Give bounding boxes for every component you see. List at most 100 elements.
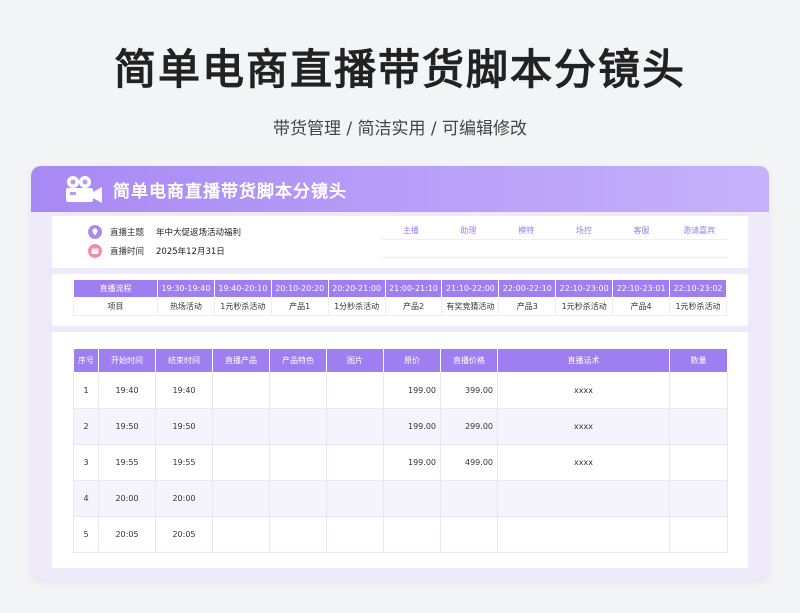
card-title: 简单电商直播带货脚本分镜头 [113, 181, 347, 202]
flow-cell[interactable]: 1元秒杀活动 [213, 297, 272, 316]
flow-header: 20:10-20:20 [270, 279, 329, 298]
table-cell[interactable] [269, 480, 327, 517]
flow-header: 22:10-23:01 [612, 279, 671, 298]
role-guest: 邀请嘉宾 [670, 222, 729, 240]
role-host: 主播 [382, 222, 440, 240]
flow-header: 21:00-21:10 [384, 279, 443, 298]
table-cell[interactable] [269, 372, 327, 409]
table-cell[interactable]: 1 [73, 372, 99, 409]
column-header: 序号 [73, 348, 99, 373]
table-row: 4 20:00 20:00 [73, 480, 728, 517]
flow-cell[interactable]: 产品1 [270, 297, 329, 316]
flow-cell[interactable]: 热场活动 [157, 297, 215, 316]
table-cell[interactable]: 19:40 [155, 372, 213, 409]
table-cell[interactable]: 399.00 [440, 372, 498, 409]
table-cell[interactable]: 299.00 [440, 408, 498, 445]
product-panel: 序号 开始时间 结束时间 直播产品 产品特色 图片 原价 直播价格 直播话术 数… [52, 332, 748, 568]
table-cell[interactable]: 499.00 [440, 444, 498, 481]
theme-row: 直播主题 年中大促返场活动福利 [88, 225, 241, 239]
column-header: 开始时间 [98, 348, 156, 373]
table-cell[interactable] [440, 516, 498, 553]
flow-cell[interactable]: 1元秒杀活动 [555, 297, 614, 316]
table-cell[interactable]: xxxx [497, 372, 670, 409]
info-panel: 直播主题 年中大促返场活动福利 直播时间 2025年12月31日 主播 助理 模… [52, 216, 748, 268]
table-row: 1 19:40 19:40 199.00 399.00 xxxx [73, 372, 728, 409]
table-cell[interactable]: 199.00 [383, 408, 441, 445]
table-cell[interactable] [326, 444, 384, 481]
table-cell[interactable] [212, 480, 270, 517]
table-cell[interactable] [669, 444, 728, 481]
flow-cell[interactable]: 有奖竞猜活动 [441, 297, 500, 316]
role-assistant: 助理 [439, 222, 498, 240]
roles-value-row [382, 240, 728, 258]
table-cell[interactable]: 2 [73, 408, 99, 445]
table-cell[interactable] [269, 408, 327, 445]
table-cell[interactable] [669, 408, 728, 445]
flow-table: 直播流程 19:30-19:40 19:40-20:10 20:10-20:20… [73, 279, 727, 316]
table-cell[interactable]: 20:05 [155, 516, 213, 553]
column-header: 图片 [326, 348, 384, 373]
page-subtitle: 带货管理 / 简洁实用 / 可编辑修改 [272, 119, 528, 139]
flow-header-row: 直播流程 19:30-19:40 19:40-20:10 20:10-20:20… [73, 279, 727, 298]
table-cell[interactable] [269, 516, 327, 553]
table-cell[interactable] [497, 480, 670, 517]
flow-panel: 直播流程 19:30-19:40 19:40-20:10 20:10-20:20… [52, 274, 748, 326]
table-cell[interactable] [383, 516, 441, 553]
table-cell[interactable] [212, 372, 270, 409]
table-cell[interactable] [440, 480, 498, 517]
table-cell[interactable] [212, 408, 270, 445]
table-cell[interactable] [326, 480, 384, 517]
flow-header: 22:00-22:10 [498, 279, 557, 298]
role-service: 客服 [612, 222, 671, 240]
table-cell[interactable] [326, 516, 384, 553]
table-cell[interactable]: 20:05 [98, 516, 156, 553]
flow-cell[interactable]: 1元秒杀活动 [669, 297, 727, 316]
table-cell[interactable] [669, 372, 728, 409]
flow-cell[interactable]: 项目 [73, 297, 158, 316]
table-cell[interactable]: 19:40 [98, 372, 156, 409]
flow-header: 22:10-23:00 [555, 279, 614, 298]
table-cell[interactable]: 19:50 [98, 408, 156, 445]
table-header-row: 序号 开始时间 结束时间 直播产品 产品特色 图片 原价 直播价格 直播话术 数… [73, 348, 728, 373]
column-header: 直播话术 [497, 348, 670, 373]
table-cell[interactable] [212, 444, 270, 481]
column-header: 直播产品 [212, 348, 270, 373]
column-header: 原价 [383, 348, 441, 373]
table-cell[interactable]: 20:00 [155, 480, 213, 517]
time-row: 直播时间 2025年12月31日 [88, 244, 225, 258]
time-value: 2025年12月31日 [156, 247, 225, 257]
table-cell[interactable]: xxxx [497, 444, 670, 481]
table-row: 5 20:05 20:05 [73, 516, 728, 553]
table-cell[interactable]: 19:50 [155, 408, 213, 445]
table-cell[interactable]: 20:00 [98, 480, 156, 517]
table-cell[interactable] [497, 516, 670, 553]
table-cell[interactable]: 199.00 [383, 372, 441, 409]
flow-header: 19:40-20:10 [213, 279, 272, 298]
table-row: 3 19:55 19:55 199.00 499.00 xxxx [73, 444, 728, 481]
flow-header: 20:20-21:00 [327, 279, 386, 298]
flow-cell[interactable]: 产品2 [384, 297, 443, 316]
table-cell[interactable]: xxxx [497, 408, 670, 445]
flow-cell[interactable]: 产品3 [498, 297, 557, 316]
flow-item-row: 项目 热场活动 1元秒杀活动 产品1 1分秒杀活动 产品2 有奖竞猜活动 产品3… [73, 297, 727, 316]
table-cell[interactable] [669, 480, 728, 517]
table-cell[interactable]: 199.00 [383, 444, 441, 481]
flow-header: 22:10-23:02 [669, 279, 727, 298]
table-cell[interactable] [383, 480, 441, 517]
table-cell[interactable] [212, 516, 270, 553]
video-camera-icon [66, 176, 102, 203]
table-cell[interactable]: 5 [73, 516, 99, 553]
table-cell[interactable] [269, 444, 327, 481]
flow-cell[interactable]: 1分秒杀活动 [327, 297, 386, 316]
table-cell[interactable] [326, 372, 384, 409]
flow-cell[interactable]: 产品4 [612, 297, 671, 316]
table-cell[interactable] [326, 408, 384, 445]
table-cell[interactable]: 3 [73, 444, 99, 481]
table-cell[interactable]: 19:55 [98, 444, 156, 481]
table-cell[interactable] [669, 516, 728, 553]
product-table: 序号 开始时间 结束时间 直播产品 产品特色 图片 原价 直播价格 直播话术 数… [73, 348, 728, 553]
table-cell[interactable]: 4 [73, 480, 99, 517]
column-header: 结束时间 [155, 348, 213, 373]
table-cell[interactable]: 19:55 [155, 444, 213, 481]
card-header: 简单电商直播带货脚本分镜头 [31, 166, 769, 212]
